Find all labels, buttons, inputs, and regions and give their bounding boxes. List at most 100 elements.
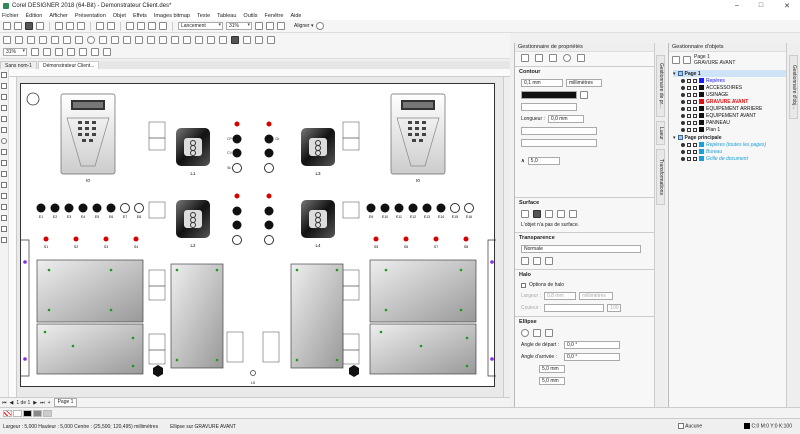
rectangle-tool-icon[interactable]	[75, 35, 83, 44]
visibility-eye-icon[interactable]	[681, 85, 685, 90]
zoom-all-icon[interactable]	[67, 48, 75, 56]
visibility-eye-icon[interactable]	[681, 149, 685, 154]
ellipse-icon[interactable]	[1, 138, 7, 144]
zoom-level-field[interactable]: 31%	[3, 48, 27, 56]
fill-tool-icon[interactable]	[207, 35, 215, 44]
outline-tab-icon[interactable]	[521, 54, 529, 62]
layer-row[interactable]: Bureau	[673, 148, 786, 155]
lock-icon[interactable]	[693, 142, 697, 147]
line-style-dropdown[interactable]	[521, 103, 577, 111]
menu-tableau[interactable]: Tableau	[217, 13, 236, 19]
lock-icon[interactable]	[693, 127, 697, 132]
ellipse-tool-icon[interactable]	[87, 35, 95, 44]
shape-icon[interactable]	[1, 83, 7, 89]
tab-glow[interactable]: Lueur	[656, 121, 665, 145]
layer-row[interactable]: Grille de document	[673, 155, 786, 162]
search-icon[interactable]	[126, 22, 134, 30]
table-tool-icon[interactable]	[123, 35, 131, 44]
artistic-media-icon[interactable]	[63, 35, 71, 44]
print-icon[interactable]	[687, 149, 691, 154]
smart-fill-icon[interactable]	[219, 35, 227, 44]
save-icon[interactable]	[25, 22, 33, 30]
fill-tab-icon[interactable]	[535, 54, 543, 62]
publish-icon[interactable]	[159, 22, 167, 30]
collapse-icon[interactable]: ▾	[673, 135, 676, 141]
visibility-eye-icon[interactable]	[681, 99, 685, 104]
export-icon[interactable]	[148, 22, 156, 30]
halo-options-checkbox[interactable]	[521, 282, 526, 288]
menu-fichier[interactable]: Fichier	[2, 13, 19, 19]
transparency-section[interactable]: Transparence	[515, 232, 654, 243]
visibility-eye-icon[interactable]	[681, 106, 685, 111]
halo-color-picker[interactable]	[544, 304, 605, 312]
tab-sans-nom[interactable]: Sans nom-1	[0, 61, 37, 69]
layer-row[interactable]: GRAVURE AVANT	[673, 98, 786, 105]
vertical-ruler[interactable]	[9, 77, 17, 397]
pick-icon[interactable]	[1, 72, 7, 78]
zoom-tool-icon[interactable]	[39, 35, 47, 44]
mesh-tool-icon[interactable]	[243, 35, 251, 44]
rectangle-icon[interactable]	[1, 127, 7, 133]
tab-property-manager[interactable]: Gestionnaire de pr...	[656, 55, 665, 117]
visibility-eye-icon[interactable]	[681, 92, 685, 97]
horizontal-ruler[interactable]	[9, 69, 510, 77]
pie-mode-icon[interactable]	[533, 329, 541, 337]
eyedropper-tool-icon[interactable]	[195, 35, 203, 44]
transparency-icon[interactable]	[1, 204, 7, 210]
menu-fenetre[interactable]: Fenêtre	[264, 13, 283, 19]
zoom-selected-icon[interactable]	[55, 48, 63, 56]
minimize-button[interactable]: –	[726, 0, 748, 11]
document-page[interactable]: I0 I0 L1 L3 L2 L4 CP CV Sk Ck E1 E2 E3 E…	[20, 83, 496, 387]
layer-row[interactable]: USINAGE	[673, 91, 786, 98]
end-angle-field[interactable]: 0,0 °	[564, 353, 620, 361]
callout-tool-icon[interactable]	[159, 35, 167, 44]
length-field[interactable]: 0,0 mm	[547, 115, 584, 123]
black-swatch[interactable]	[23, 409, 32, 417]
zoom-in-icon[interactable]	[31, 48, 39, 56]
visibility-eye-icon[interactable]	[681, 113, 685, 118]
lock-icon[interactable]	[693, 85, 697, 90]
halo-opacity-field[interactable]: 100	[607, 304, 622, 312]
start-angle-field[interactable]: 0,0 °	[564, 341, 620, 349]
visibility-eye-icon[interactable]	[681, 120, 685, 125]
pattern-fill-icon[interactable]	[557, 210, 565, 218]
halo-width-field[interactable]: 0,8 mm	[544, 292, 577, 300]
ellipse-width-field[interactable]: 5,0 mm	[539, 365, 565, 373]
halo-section[interactable]: Halo	[515, 269, 654, 280]
print-icon[interactable]	[687, 99, 691, 104]
surface-section[interactable]: Surface	[515, 197, 654, 208]
fill-icon[interactable]	[1, 226, 7, 232]
arc-mode-icon[interactable]	[545, 329, 553, 337]
halo-units-dropdown[interactable]: millimètres	[579, 292, 614, 300]
ellipse-section[interactable]: Ellipse	[515, 316, 654, 327]
miter-angle-field[interactable]: 5,0	[527, 157, 560, 165]
first-page-icon[interactable]: ⏮	[2, 400, 7, 406]
menu-texte[interactable]: Texte	[197, 13, 210, 19]
zoom-icon[interactable]	[1, 105, 7, 111]
copy-icon[interactable]	[66, 22, 74, 30]
prev-page-icon[interactable]: ◀	[10, 400, 14, 406]
layer-manager-icon[interactable]	[683, 56, 691, 64]
polygon-tool-icon[interactable]	[99, 35, 107, 44]
object-options-icon[interactable]	[672, 56, 680, 64]
connector-tool-icon[interactable]	[147, 35, 155, 44]
collapse-icon[interactable]: ▾	[673, 71, 676, 77]
transparency-fountain-icon[interactable]	[545, 257, 553, 265]
add-tool-icon[interactable]	[1, 237, 7, 243]
vertical-scrollbar[interactable]	[503, 77, 510, 397]
master-page-node[interactable]: ▾ Page principale	[673, 134, 786, 141]
zoom-width-icon[interactable]	[91, 48, 99, 56]
undo-icon[interactable]	[96, 22, 104, 30]
layer-row[interactable]: PANNEAU	[673, 119, 786, 126]
lock-icon[interactable]	[693, 99, 697, 104]
dimension-icon[interactable]	[1, 171, 7, 177]
print-icon[interactable]	[687, 156, 691, 161]
layer-row[interactable]: Repères (toutes les pages)	[673, 141, 786, 148]
connector-icon[interactable]	[1, 182, 7, 188]
page-tab[interactable]: Page 1	[53, 398, 78, 407]
curve-icon[interactable]	[1, 116, 7, 122]
fountain-fill-icon[interactable]	[545, 210, 553, 218]
transparency-tab-icon[interactable]	[549, 54, 557, 62]
no-color-swatch[interactable]	[3, 409, 12, 417]
contour-section[interactable]: Contour	[515, 66, 654, 77]
